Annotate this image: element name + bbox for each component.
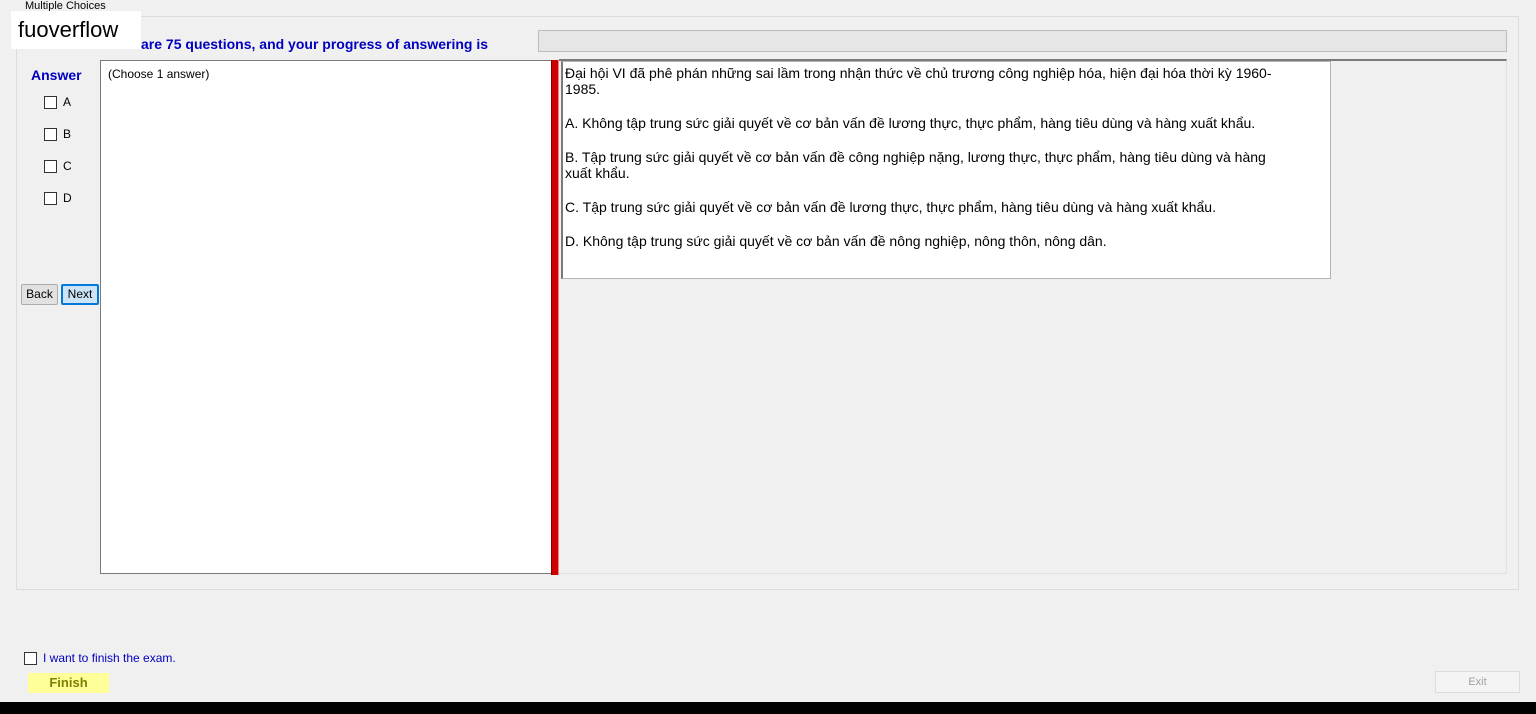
option-d[interactable]: D bbox=[44, 191, 72, 205]
option-b-checkbox[interactable] bbox=[44, 127, 57, 141]
option-a-label: A bbox=[63, 95, 72, 109]
finish-exam-checkbox[interactable] bbox=[24, 651, 37, 665]
progress-bar bbox=[538, 30, 1507, 52]
choice-c-text: C. Tập trung sức giải quyết về cơ bản vấ… bbox=[565, 199, 1216, 215]
choice-a-text: A. Không tập trung sức giải quyết về cơ … bbox=[565, 115, 1256, 131]
option-a[interactable]: A bbox=[44, 95, 71, 109]
choose-hint: (Choose 1 answer) bbox=[108, 67, 210, 81]
finish-exam-label: I want to finish the exam. bbox=[43, 651, 176, 665]
answer-hint-panel: (Choose 1 answer) bbox=[100, 60, 551, 574]
option-c-checkbox[interactable] bbox=[44, 159, 57, 173]
answer-title: Answer bbox=[31, 67, 82, 83]
option-c-label: C bbox=[63, 159, 72, 173]
choice-d-text: D. Không tập trung sức giải quyết về cơ … bbox=[565, 233, 1107, 249]
next-button[interactable]: Next bbox=[61, 284, 99, 305]
option-b[interactable]: B bbox=[44, 127, 71, 141]
option-c[interactable]: C bbox=[44, 159, 72, 173]
question-stem: Đại hội VI đã phê phán những sai lầm tro… bbox=[565, 65, 1272, 97]
option-d-checkbox[interactable] bbox=[44, 191, 57, 205]
watermark-label: fuoverflow bbox=[11, 11, 141, 49]
exit-button[interactable]: Exit bbox=[1435, 671, 1520, 693]
taskbar-strip bbox=[0, 702, 1536, 714]
exam-window: Multiple Choices fuoverflow There are 75… bbox=[0, 0, 1536, 714]
back-button[interactable]: Back bbox=[21, 284, 58, 305]
progress-label: There are 75 questions, and your progres… bbox=[99, 36, 488, 52]
option-d-label: D bbox=[63, 191, 72, 205]
panel-splitter[interactable] bbox=[551, 60, 559, 575]
choice-b-text: B. Tập trung sức giải quyết về cơ bản vấ… bbox=[565, 149, 1266, 181]
option-b-label: B bbox=[63, 127, 72, 141]
finish-button[interactable]: Finish bbox=[28, 673, 109, 693]
finish-exam-checkbox-row[interactable]: I want to finish the exam. bbox=[24, 651, 176, 665]
option-a-checkbox[interactable] bbox=[44, 95, 57, 109]
question-text-box: Đại hội VI đã phê phán những sai lầm tro… bbox=[561, 61, 1331, 279]
